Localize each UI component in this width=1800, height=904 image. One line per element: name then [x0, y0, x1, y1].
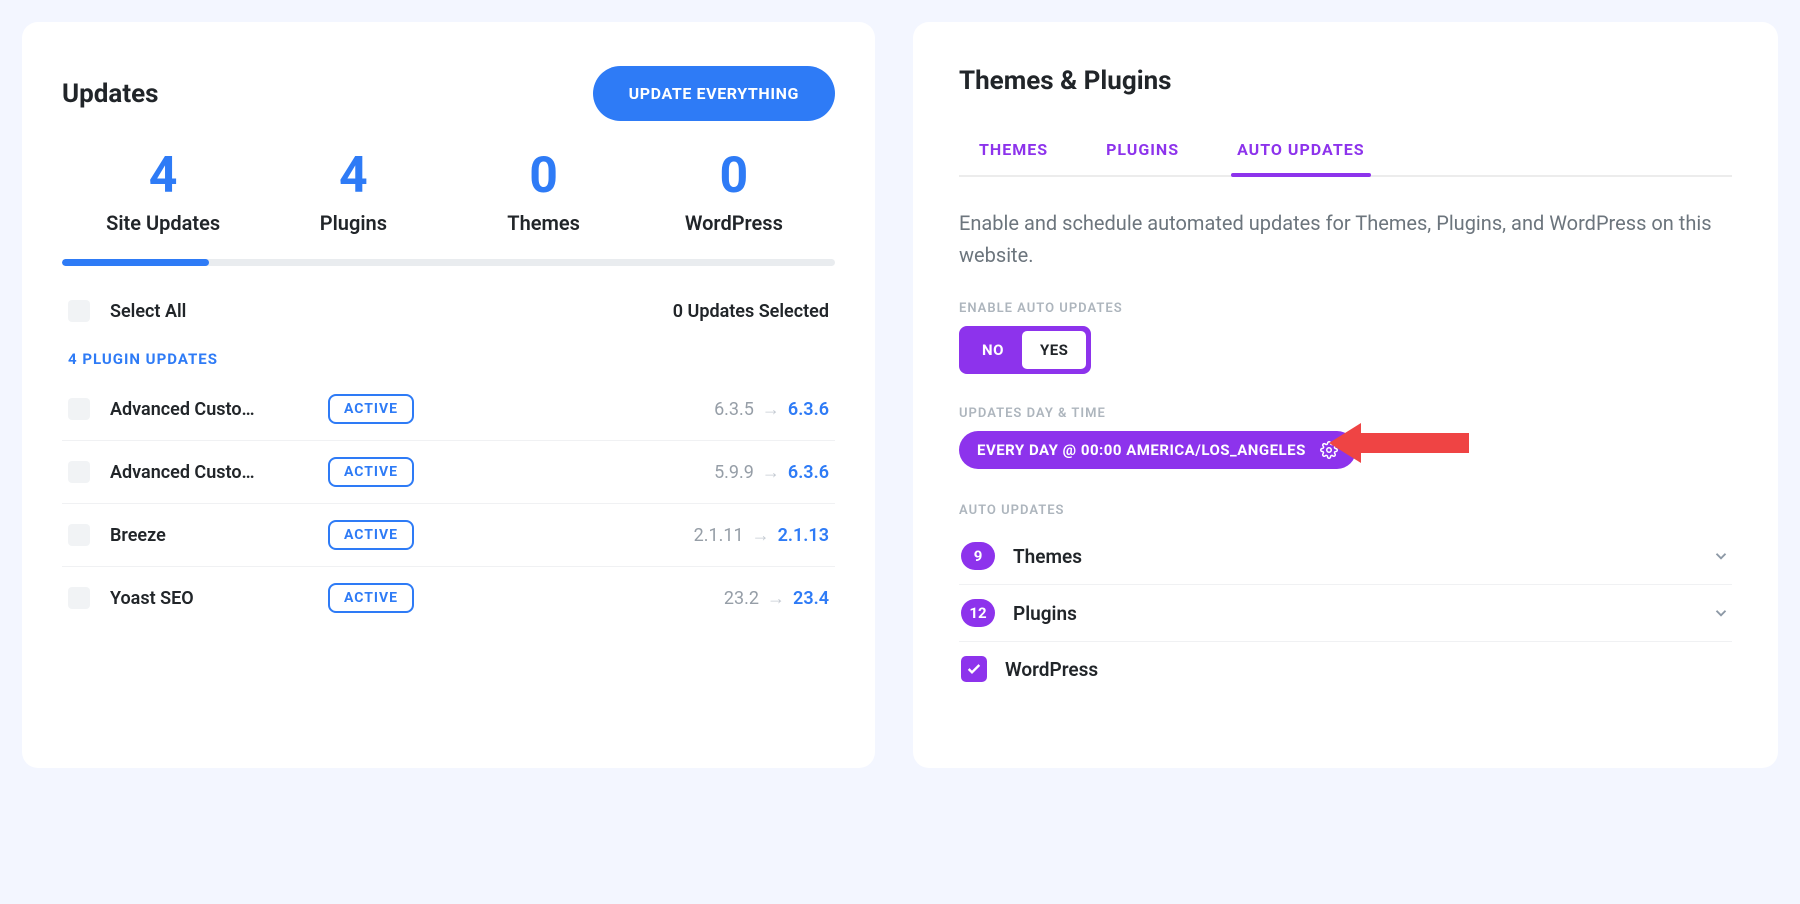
plugin-checkbox[interactable]	[68, 398, 90, 420]
updates-title: Updates	[62, 79, 159, 109]
version-to: 2.1.13	[778, 525, 829, 546]
checkbox-icon	[68, 300, 90, 322]
version-from: 5.9.9	[714, 462, 754, 483]
stat-label: Themes	[449, 211, 639, 235]
plugin-row: Advanced Custo… ACTIVE 6.3.5 → 6.3.6	[62, 378, 835, 441]
schedule-button[interactable]: EVERY DAY @ 00:00 AMERICA/LOS_ANGELES	[959, 431, 1356, 469]
plugin-row: Breeze ACTIVE 2.1.11 → 2.1.13	[62, 504, 835, 567]
status-badge: ACTIVE	[328, 583, 414, 613]
version-from: 23.2	[724, 588, 759, 609]
stat-value: 4	[258, 151, 448, 201]
toggle-option-yes[interactable]: YES	[1022, 331, 1086, 369]
plugin-checkbox[interactable]	[68, 587, 90, 609]
updates-selected-count: 0 Updates Selected	[673, 301, 829, 322]
auto-updates-description: Enable and schedule automated updates fo…	[959, 207, 1732, 271]
auto-row-label: WordPress	[1005, 658, 1098, 681]
select-all-label: Select All	[110, 301, 186, 322]
chevron-down-icon	[1712, 547, 1730, 565]
arrow-right-icon: →	[762, 399, 780, 420]
auto-row-themes[interactable]: 9 Themes	[959, 528, 1732, 585]
gear-icon	[1320, 441, 1338, 459]
plugin-checkbox[interactable]	[68, 524, 90, 546]
themes-plugins-title: Themes & Plugins	[959, 66, 1732, 96]
updates-progress-fill	[62, 259, 209, 266]
arrow-right-icon: →	[762, 462, 780, 483]
plugin-versions: 5.9.9 → 6.3.6	[714, 462, 829, 483]
auto-row-plugins[interactable]: 12 Plugins	[959, 585, 1732, 642]
plugin-checkbox[interactable]	[68, 461, 90, 483]
stat-value: 0	[449, 151, 639, 201]
plugin-versions: 6.3.5 → 6.3.6	[714, 399, 829, 420]
plugin-updates-heading: 4 PLUGIN UPDATES	[68, 350, 835, 368]
update-everything-button[interactable]: UPDATE EVERYTHING	[593, 66, 835, 121]
schedule-value: EVERY DAY @ 00:00 AMERICA/LOS_ANGELES	[977, 441, 1306, 459]
plugin-update-list: Advanced Custo… ACTIVE 6.3.5 → 6.3.6 Adv…	[62, 378, 835, 629]
arrow-right-icon: →	[752, 525, 770, 546]
status-badge: ACTIVE	[328, 520, 414, 550]
count-pill: 9	[961, 542, 995, 570]
stat-wordpress[interactable]: 0 WordPress	[639, 151, 829, 235]
enable-auto-updates-label: ENABLE AUTO UPDATES	[959, 301, 1732, 316]
version-to: 6.3.6	[788, 399, 829, 420]
arrow-right-icon: →	[767, 588, 785, 609]
version-to: 23.4	[793, 588, 829, 609]
plugin-name: Advanced Custo…	[110, 399, 310, 420]
tab-plugins[interactable]: PLUGINS	[1106, 140, 1179, 175]
auto-row-label: Plugins	[1013, 602, 1077, 625]
stat-site-updates[interactable]: 4 Site Updates	[68, 151, 258, 235]
select-all-control[interactable]: Select All	[68, 300, 186, 322]
status-badge: ACTIVE	[328, 394, 414, 424]
plugin-versions: 2.1.11 → 2.1.13	[694, 525, 829, 546]
stat-plugins[interactable]: 4 Plugins	[258, 151, 448, 235]
tp-tabs: THEMES PLUGINS AUTO UPDATES	[959, 140, 1732, 177]
checked-box-icon	[961, 656, 987, 682]
auto-updates-section-label: AUTO UPDATES	[959, 503, 1732, 518]
arrow-callout-icon	[1329, 419, 1469, 465]
plugin-name: Yoast SEO	[110, 588, 310, 609]
updates-header: Updates UPDATE EVERYTHING	[62, 66, 835, 121]
stat-label: Plugins	[258, 211, 448, 235]
chevron-down-icon	[1712, 604, 1730, 622]
toggle-option-no[interactable]: NO	[964, 331, 1022, 369]
plugin-versions: 23.2 → 23.4	[724, 588, 829, 609]
auto-updates-list: 9 Themes 12 Plugins WordPress	[959, 528, 1732, 696]
stat-label: WordPress	[639, 211, 829, 235]
themes-plugins-card: Themes & Plugins THEMES PLUGINS AUTO UPD…	[913, 22, 1778, 768]
plugin-name: Breeze	[110, 525, 310, 546]
plugin-row: Yoast SEO ACTIVE 23.2 → 23.4	[62, 567, 835, 629]
count-pill: 12	[961, 599, 995, 627]
updates-progress	[62, 259, 835, 266]
plugin-name: Advanced Custo…	[110, 462, 310, 483]
version-from: 2.1.11	[694, 525, 744, 546]
enable-auto-updates-toggle[interactable]: NO YES	[959, 326, 1091, 374]
auto-row-wordpress[interactable]: WordPress	[959, 642, 1732, 696]
updates-stats: 4 Site Updates 4 Plugins 0 Themes 0 Word…	[62, 151, 835, 235]
auto-row-label: Themes	[1013, 545, 1082, 568]
tab-auto-updates[interactable]: AUTO UPDATES	[1237, 140, 1365, 175]
plugin-row: Advanced Custo… ACTIVE 5.9.9 → 6.3.6	[62, 441, 835, 504]
version-from: 6.3.5	[714, 399, 754, 420]
stat-themes[interactable]: 0 Themes	[449, 151, 639, 235]
stat-value: 4	[68, 151, 258, 201]
updates-card: Updates UPDATE EVERYTHING 4 Site Updates…	[22, 22, 875, 768]
tab-themes[interactable]: THEMES	[979, 140, 1048, 175]
version-to: 6.3.6	[788, 462, 829, 483]
status-badge: ACTIVE	[328, 457, 414, 487]
stat-label: Site Updates	[68, 211, 258, 235]
select-all-row: Select All 0 Updates Selected	[62, 300, 835, 322]
schedule-label: UPDATES DAY & TIME	[959, 406, 1732, 421]
stat-value: 0	[639, 151, 829, 201]
